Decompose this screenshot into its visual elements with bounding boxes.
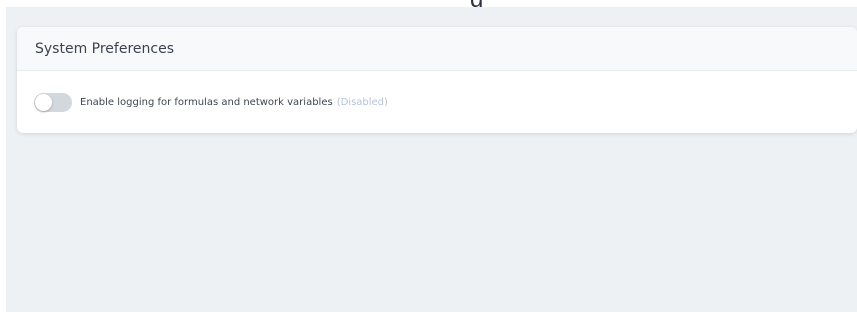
toggle-knob: [35, 93, 52, 111]
panel-title: System Preferences: [35, 40, 174, 57]
logging-toggle-label: Enable logging for formulas and network …: [80, 96, 333, 108]
panel-header: System Preferences: [17, 27, 857, 71]
logging-setting-row: Enable logging for formulas and network …: [17, 71, 857, 133]
logging-toggle[interactable]: [34, 92, 72, 112]
content-area: System Preferences Enable logging for fo…: [6, 7, 857, 312]
system-preferences-panel: System Preferences Enable logging for fo…: [17, 27, 857, 133]
logging-status-text: (Disabled): [336, 96, 388, 108]
